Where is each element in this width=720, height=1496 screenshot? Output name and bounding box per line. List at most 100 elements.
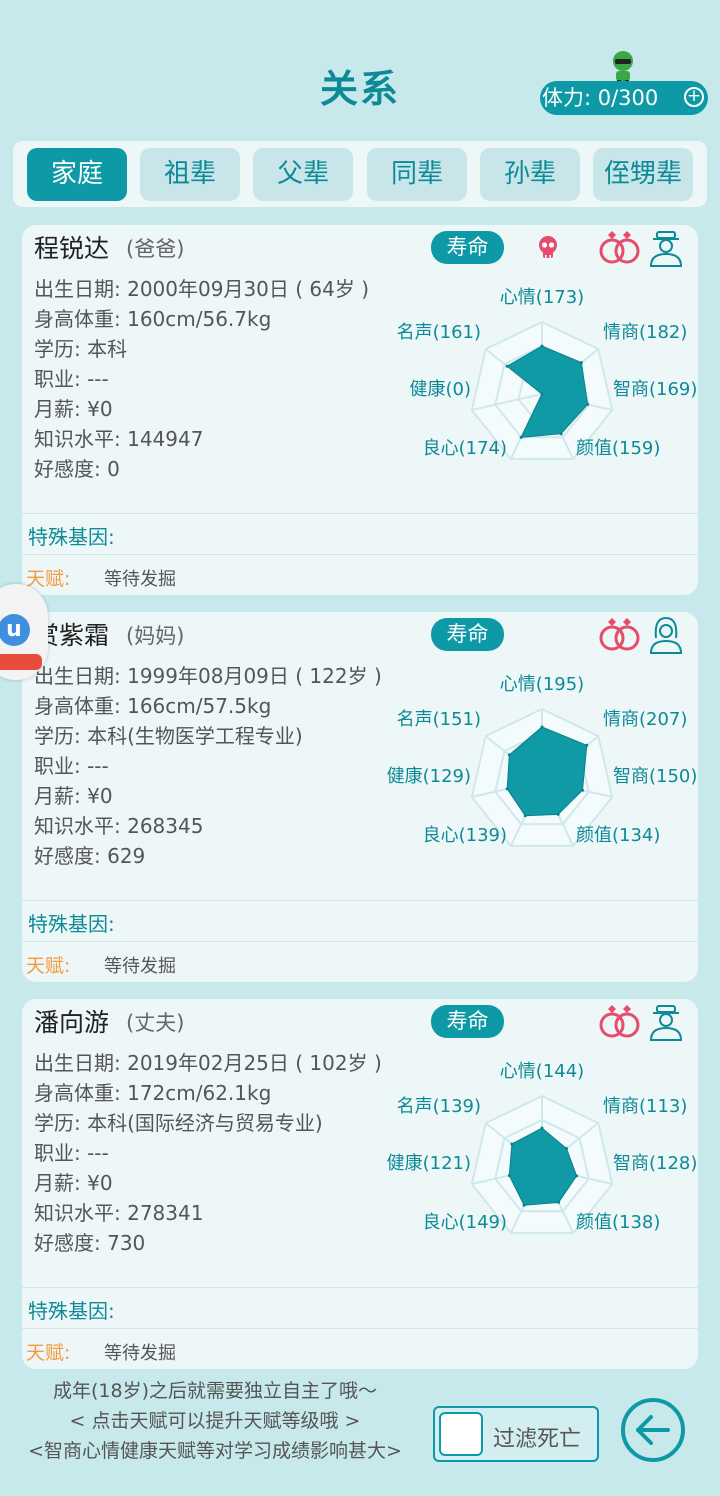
knowledge-level: 知识水平: 144947 [34,427,204,451]
tab-grandparents[interactable]: 祖辈 [140,148,240,201]
member-relation: (丈夫) [126,1011,185,1035]
talent-label[interactable]: 天赋: [26,564,70,591]
radar-label: 情商(182) [603,322,687,343]
add-stamina-icon[interactable]: + [684,87,704,107]
filter-dead-toggle[interactable]: 过滤死亡 [433,1406,599,1462]
lifespan-button[interactable]: 寿命 [431,1005,504,1038]
knowledge-level: 知识水平: 268345 [34,814,204,838]
talent-value[interactable]: 等待发掘 [104,952,176,978]
radar-label: 心情(173) [500,287,584,308]
relation-tabs: 家庭 祖辈 父辈 同辈 孙辈 侄甥辈 [13,141,707,207]
talent-value[interactable]: 等待发掘 [104,565,176,591]
radar-label: 颜值(134) [576,825,660,846]
radar-point [565,1147,568,1150]
radar-point [522,1203,526,1207]
radar-point [510,1142,514,1146]
filter-label: 过滤死亡 [493,1427,582,1452]
special-gene-label: 特殊基因: [28,912,115,936]
assistant-tag [0,654,42,670]
stamina-display: 体力: 0/300 + [540,81,708,115]
male-avatar-icon[interactable] [648,1003,684,1041]
marriage-rings-icon[interactable] [598,616,642,652]
member-relation: (妈妈) [126,624,185,648]
birth-date: 出生日期: 1999年08月09日 ( 122岁 ) [34,664,382,688]
marriage-rings-icon[interactable] [598,229,642,265]
radar-label: 良心(139) [423,825,507,846]
divider [22,1287,698,1288]
radar-label: 良心(174) [423,438,507,459]
tab-family[interactable]: 家庭 [27,148,127,201]
talent-value[interactable]: 等待发掘 [104,1339,176,1365]
character-avatar-icon [613,51,633,84]
radar-label: 心情(195) [500,674,584,695]
tab-grandchildren[interactable]: 孙辈 [480,148,580,201]
salary: 月薪: ¥0 [34,784,113,808]
tab-peers[interactable]: 同辈 [367,148,467,201]
radar-label: 名声(151) [397,709,481,730]
radar-label: 名声(161) [397,322,481,343]
birth-date: 出生日期: 2019年02月25日 ( 102岁 ) [34,1051,382,1075]
radar-point [579,361,583,365]
radar-point [540,1126,544,1130]
radar-point [523,814,527,818]
radar-point [556,812,560,816]
radar-point [540,725,544,729]
divider [22,941,698,942]
filter-checkbox[interactable] [439,1412,483,1456]
education: 学历: 本科(生物医学工程专业) [34,724,303,748]
female-avatar-icon[interactable] [648,616,684,654]
tip-line: <智商心情健康天赋等对学习成绩影响甚大> [28,1440,402,1462]
birth-date: 出生日期: 2000年09月30日 ( 64岁 ) [34,277,370,301]
radar-label: 情商(113) [603,1096,687,1117]
marriage-rings-icon[interactable] [598,1003,642,1039]
talent-label[interactable]: 天赋: [26,1338,70,1365]
family-member-card[interactable]: 程锐达 (爸爸) 寿命 出生日期: 2000年09月30日 ( 64岁 ) 身高… [22,225,698,595]
talent-label[interactable]: 天赋: [26,951,70,978]
divider [22,554,698,555]
height-weight: 身高体重: 160cm/56.7kg [34,307,272,331]
occupation: 职业: --- [34,1141,109,1165]
lifespan-button[interactable]: 寿命 [431,231,504,264]
radar-label: 良心(149) [423,1212,507,1233]
favorability: 好感度: 0 [34,457,120,481]
radar-label: 智商(128) [613,1153,697,1174]
divider [22,513,698,514]
special-gene-label: 特殊基因: [28,1299,115,1323]
lifespan-button[interactable]: 寿命 [431,618,504,651]
education: 学历: 本科(国际经济与贸易专业) [34,1111,323,1135]
height-weight: 身高体重: 166cm/57.5kg [34,694,272,718]
tab-nephews[interactable]: 侄甥辈 [593,148,693,201]
back-arrow-icon[interactable] [620,1397,686,1463]
floating-assistant-button[interactable]: u [0,584,48,680]
radar-point [507,1174,511,1177]
radar-point [507,753,511,757]
radar-label: 情商(207) [603,709,687,730]
height-weight: 身高体重: 172cm/62.1kg [34,1081,272,1105]
tab-parents[interactable]: 父辈 [253,148,353,201]
assistant-icon: u [0,614,30,646]
radar-point [540,392,544,396]
favorability: 好感度: 730 [34,1231,146,1255]
family-member-card[interactable]: 潘向游 (丈夫) 寿命 出生日期: 2019年02月25日 ( 102岁 ) 身… [22,999,698,1369]
family-member-card[interactable]: 赏紫霜 (妈妈) 寿命 出生日期: 1999年08月09日 ( 122岁 ) 身… [22,612,698,982]
radar-label: 心情(144) [500,1061,584,1082]
radar-label: 颜值(138) [576,1212,660,1233]
salary: 月薪: ¥0 [34,397,113,421]
member-name: 程锐达 [34,234,110,263]
divider [22,900,698,901]
radar-label: 名声(139) [397,1096,481,1117]
tip-line: < 点击天赋可以提升天赋等级哦 > [69,1410,361,1432]
occupation: 职业: --- [34,367,109,391]
divider [22,1328,698,1329]
special-gene-label: 特殊基因: [28,525,115,549]
radar-label: 颜值(159) [576,438,660,459]
radar-point [519,435,523,439]
radar-point [581,788,584,792]
status-bar [0,0,720,14]
radar-point [505,787,509,791]
attribute-radar-chart: 心情(173) 情商(182) 智商(169) 颜值(159) 良心(174) 健康(0)… [397,287,697,460]
radar-label: 智商(150) [613,766,697,787]
radar-label: 健康(0) [410,379,472,400]
radar-point [559,432,563,436]
male-avatar-icon[interactable] [648,229,684,267]
